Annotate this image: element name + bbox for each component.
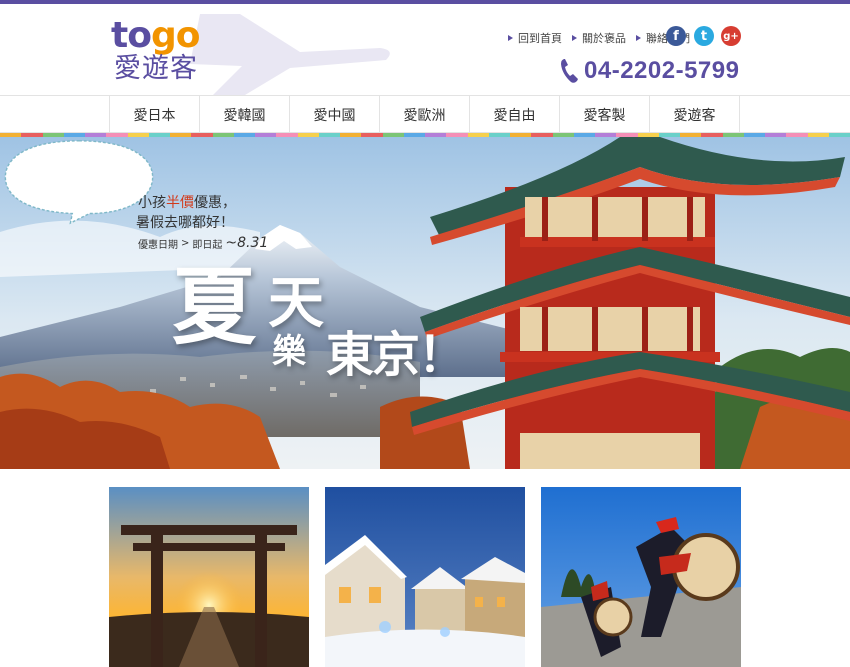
airplane-watermark-icon <box>190 14 390 98</box>
logo-go: go <box>150 15 201 56</box>
chevron-right-icon: > <box>181 237 190 249</box>
thumbnail-torii-gate[interactable] <box>109 487 309 667</box>
snowy-village-image <box>325 487 525 667</box>
promo-date-from: 即日起 <box>192 239 223 251</box>
nav-item-custom[interactable]: 愛客製 <box>560 96 650 133</box>
hero-banner[interactable]: 小孩半價優惠， 暑假去哪都好！ 優惠日期 > 即日起 ~8.31 夏 天 樂 東京！ <box>0 137 850 469</box>
header-links: 回到首頁 關於褒品 聯絡我們 <box>508 30 690 46</box>
promo-date-line: 優惠日期 > 即日起 ~8.31 <box>138 235 268 251</box>
promo-line-1-post: 優惠， <box>194 195 236 211</box>
phone-contact[interactable]: 04-2202-5799 <box>560 56 739 86</box>
site-header: togo 愛遊客 回到首頁 關於褒品 聯絡我們 f t g+ 04-2202-5… <box>0 4 850 98</box>
nav-items: 愛日本 愛韓國 愛中國 愛歐洲 愛自由 愛客製 愛遊客 <box>109 96 740 133</box>
thumbnail-snowy-village[interactable] <box>325 487 525 667</box>
logo-chinese: 愛遊客 <box>114 53 198 84</box>
facebook-glyph: f <box>673 28 679 44</box>
promo-half-price: 半價 <box>166 195 194 211</box>
home-link[interactable]: 回到首頁 <box>508 30 562 46</box>
home-link-label: 回到首頁 <box>518 32 562 45</box>
arrow-right-icon <box>636 35 641 41</box>
twitter-glyph: t <box>700 28 708 44</box>
facebook-icon[interactable]: f <box>666 26 686 46</box>
twitter-icon[interactable]: t <box>694 26 714 46</box>
hero-title-char-3: 樂 <box>272 332 306 372</box>
nav-item-free-travel[interactable]: 愛自由 <box>470 96 560 133</box>
nav-item-togo[interactable]: 愛遊客 <box>650 96 740 133</box>
hero-title-char-2: 天 <box>268 270 324 336</box>
google-plus-glyph: g+ <box>723 30 739 42</box>
promo-speech-bubble <box>4 140 154 225</box>
about-link-label: 關於褒品 <box>582 32 626 45</box>
phone-number: 04-2202-5799 <box>584 57 740 84</box>
drum-dancers-image <box>541 487 741 667</box>
hero-title-rest: 東京！ <box>326 327 466 383</box>
arrow-right-icon <box>572 35 577 41</box>
promo-line-2: 暑假去哪都好！ <box>136 215 234 231</box>
phone-icon <box>561 59 578 83</box>
nav-item-korea[interactable]: 愛韓國 <box>200 96 290 133</box>
promo-line-1-pre: 小孩 <box>138 195 166 211</box>
site-logo[interactable]: togo 愛遊客 <box>111 18 211 88</box>
promo-date-label: 優惠日期 <box>138 239 178 251</box>
about-link[interactable]: 關於褒品 <box>572 30 626 46</box>
nav-item-japan[interactable]: 愛日本 <box>110 96 200 133</box>
promo-line-1: 小孩半價優惠， <box>138 192 236 212</box>
logo-to: to <box>111 15 152 56</box>
google-plus-icon[interactable]: g+ <box>721 26 741 46</box>
thumbnail-drum-dancers[interactable] <box>541 487 741 667</box>
main-nav: 愛日本 愛韓國 愛中國 愛歐洲 愛自由 愛客製 愛遊客 <box>0 95 850 133</box>
nav-item-china[interactable]: 愛中國 <box>290 96 380 133</box>
promo-date-value: ~8.31 <box>225 235 269 251</box>
torii-gate-image <box>109 487 309 667</box>
arrow-right-icon <box>508 35 513 41</box>
nav-item-europe[interactable]: 愛歐洲 <box>380 96 470 133</box>
hero-title-char-1: 夏 <box>172 257 257 356</box>
logo-wordmark: togo <box>111 15 201 56</box>
